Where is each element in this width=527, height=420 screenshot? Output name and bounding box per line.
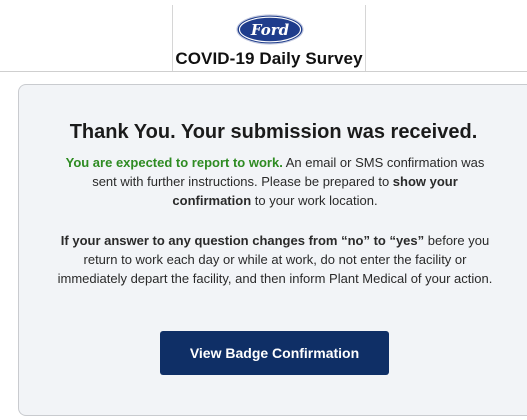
view-badge-confirmation-button[interactable]: View Badge Confirmation [160,331,389,375]
header-tab: Ford COVID-19 Daily Survey [172,5,366,71]
header-divider [0,71,527,72]
page-title: COVID-19 Daily Survey [175,49,363,68]
report-status-text: You are expected to report to work. [65,155,283,170]
work-location-text: to your work location. [251,193,378,208]
ford-logo: Ford [236,14,304,45]
answer-change-notice: If your answer to any question changes f… [55,231,495,288]
logo-wordmark: Ford [250,21,290,39]
answer-change-bold-text: If your answer to any question changes f… [60,233,425,248]
confirmation-heading: Thank You. Your submission was received. [69,121,478,143]
confirmation-card: Thank You. Your submission was received.… [18,84,527,416]
report-instructions: You are expected to report to work. An e… [55,153,495,210]
